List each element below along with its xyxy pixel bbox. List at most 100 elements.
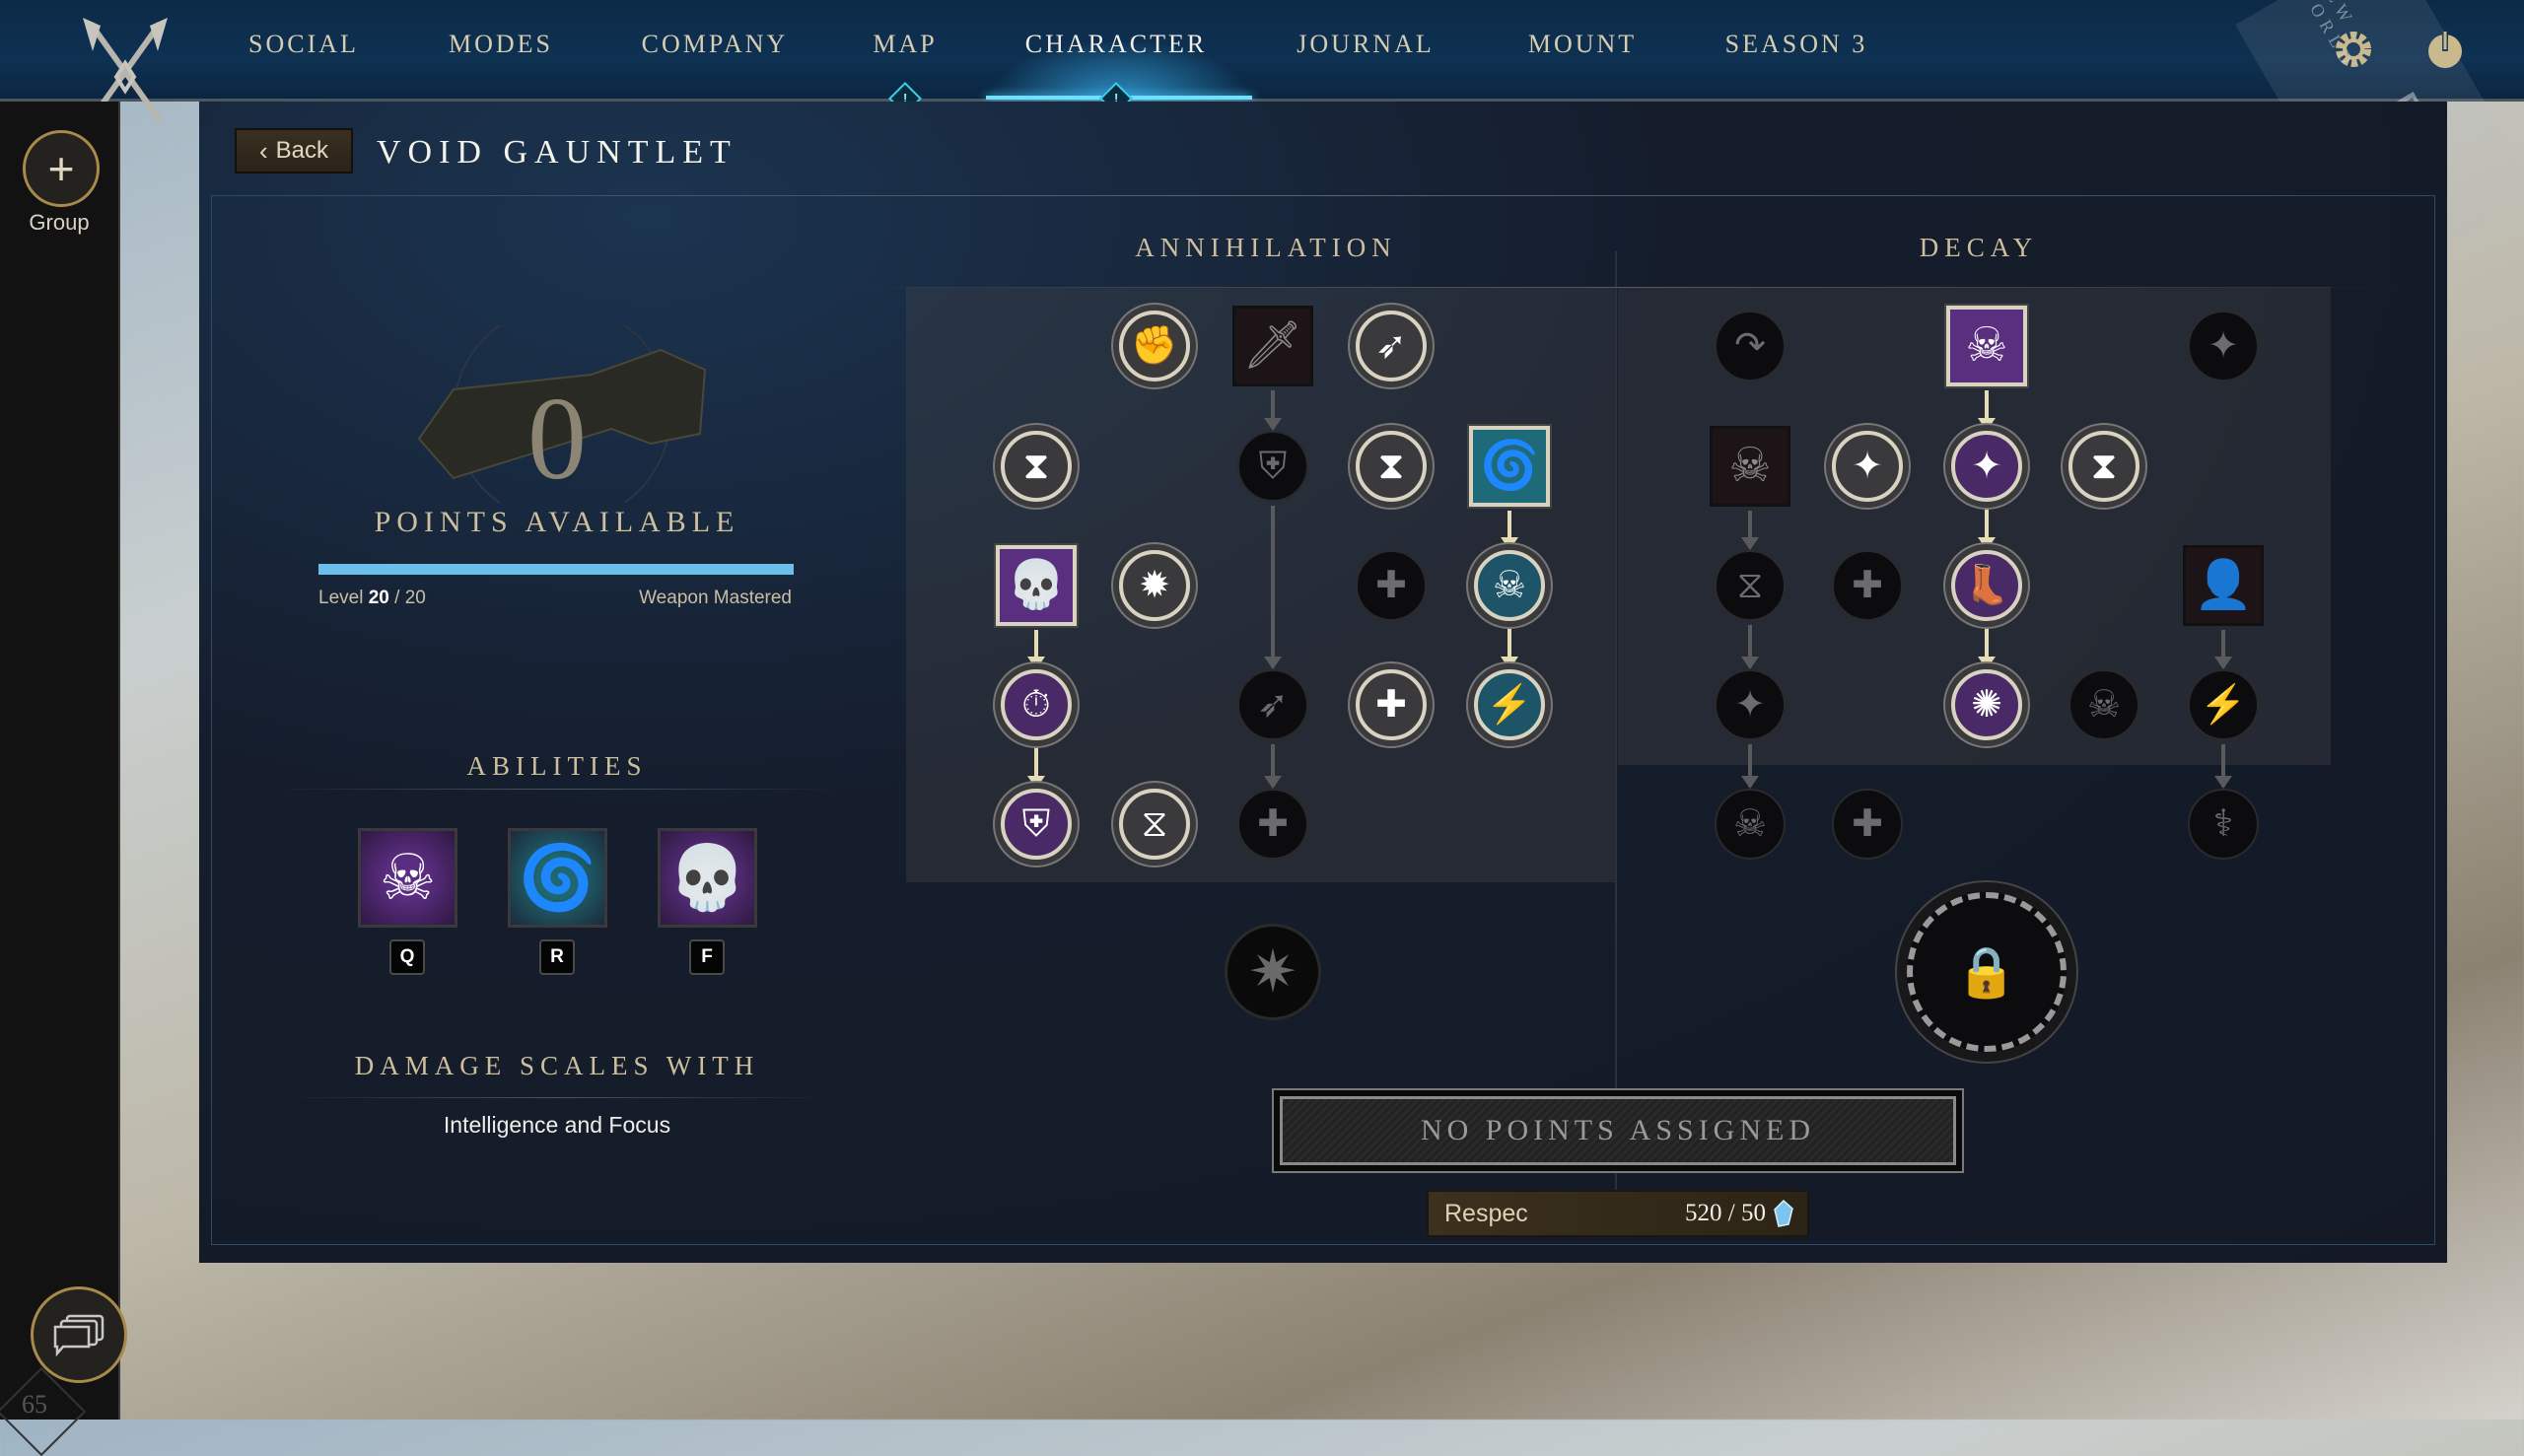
points-available-label: POINTS AVAILABLE bbox=[374, 506, 740, 538]
keybind-badge: R bbox=[539, 939, 575, 975]
screaming-skull-icon: 💀 bbox=[1007, 559, 1066, 611]
group-label: Group bbox=[29, 210, 90, 235]
skill-node[interactable]: ☠ bbox=[2068, 669, 2139, 740]
skill-node[interactable]: ⚡ bbox=[2188, 669, 2259, 740]
skill-node[interactable]: 👢 bbox=[1951, 550, 2022, 621]
skill-link-arrow bbox=[1271, 390, 1275, 429]
skill-node[interactable]: ⧖ bbox=[1715, 550, 1786, 621]
broken-plus-icon: ✚ bbox=[1852, 803, 1883, 845]
skill-node[interactable]: ✦ bbox=[1832, 431, 1903, 502]
skill-node[interactable]: ⧗ bbox=[1001, 431, 1072, 502]
skill-node[interactable]: ⧖ bbox=[1119, 789, 1190, 860]
skill-node[interactable]: ⏱ bbox=[1001, 669, 1072, 740]
tab-mount[interactable]: MOUNT bbox=[1528, 30, 1637, 59]
skill-node[interactable]: ☠ bbox=[1474, 550, 1545, 621]
skill-node[interactable]: ✦ bbox=[1715, 669, 1786, 740]
assign-points-button[interactable]: NO POINTS ASSIGNED bbox=[1272, 1088, 1964, 1173]
skill-node[interactable]: ✺ bbox=[1951, 669, 2022, 740]
group-button[interactable]: + bbox=[23, 130, 100, 207]
radiant-plus-icon: ✚ bbox=[1257, 803, 1289, 845]
skill-link-arrow bbox=[1507, 511, 1511, 548]
screaming-skull-icon: 💀 bbox=[667, 842, 747, 913]
stopwatch-icon: ⏱ bbox=[1021, 684, 1051, 726]
skill-node[interactable]: ⚕ bbox=[2188, 789, 2259, 860]
armor-icon: ⛨ bbox=[1258, 446, 1288, 487]
skill-link-arrow bbox=[1985, 625, 1989, 667]
skill-node[interactable]: ➶ bbox=[1237, 669, 1308, 740]
hourglass-down-icon: ⧗ bbox=[2090, 446, 2118, 487]
fist-icon: ✊ bbox=[1131, 325, 1178, 367]
skill-link-arrow bbox=[1748, 625, 1752, 667]
damage-divider bbox=[276, 1097, 838, 1098]
ability-slot-r[interactable]: 🌀 bbox=[508, 828, 607, 928]
skull-vortex-icon: ☠ bbox=[379, 842, 437, 913]
skill-node[interactable]: ⧗ bbox=[1356, 431, 1427, 502]
flame-hourglass-icon: ⧗ bbox=[1377, 446, 1405, 487]
mastery-status: Weapon Mastered bbox=[639, 588, 792, 608]
skill-node[interactable]: ⚡ bbox=[1474, 669, 1545, 740]
tab-social[interactable]: SOCIAL bbox=[248, 30, 359, 59]
plus-icon: ✚ bbox=[1375, 565, 1407, 606]
rising-flame-icon: ➶ bbox=[1375, 325, 1407, 367]
left-sidebar bbox=[0, 102, 120, 1420]
chat-button[interactable] bbox=[31, 1286, 127, 1383]
ultimate-skill-node[interactable]: ✷ bbox=[1225, 924, 1321, 1020]
tab-modes[interactable]: MODES bbox=[449, 30, 553, 59]
player-level-badge: 65 bbox=[22, 1390, 47, 1419]
tab-company[interactable]: COMPANY bbox=[642, 30, 789, 59]
skull-vortex-icon: ☠ bbox=[1965, 319, 2008, 372]
respec-button[interactable]: Respec 520 / 50 bbox=[1427, 1190, 1809, 1237]
skill-node[interactable]: ✚ bbox=[1356, 550, 1427, 621]
skill-node[interactable]: ✚ bbox=[1356, 669, 1427, 740]
skill-link-arrow bbox=[2221, 630, 2225, 667]
tab-journal[interactable]: JOURNAL bbox=[1297, 30, 1434, 59]
skill-link-arrow bbox=[2221, 744, 2225, 787]
skill-node[interactable]: ↷ bbox=[1715, 311, 1786, 381]
ability-slot-f[interactable]: 💀 bbox=[658, 828, 757, 928]
skill-link-arrow bbox=[1034, 630, 1038, 667]
abilities-divider bbox=[276, 789, 838, 790]
skill-node[interactable]: ✹ bbox=[1119, 550, 1190, 621]
skill-node[interactable]: ✦ bbox=[1951, 431, 2022, 502]
skill-node[interactable]: 💀 bbox=[994, 543, 1079, 628]
level-readout: Level 20 / 20 bbox=[318, 588, 426, 609]
top-nav-bar: SOCIAL MODES COMPANY MAP! CHARACTER! JOURNAL M… bbox=[0, 0, 2524, 122]
sparkle-minus-icon: ✦ bbox=[1852, 446, 1883, 487]
skill-node[interactable]: ☠ bbox=[1710, 426, 1790, 507]
skill-node[interactable]: 👤 bbox=[2183, 545, 2264, 626]
points-available-count: 0 bbox=[527, 373, 587, 504]
skill-node[interactable]: ⛨ bbox=[1237, 431, 1308, 502]
skill-link-arrow bbox=[1985, 390, 1989, 429]
tab-character[interactable]: CHARACTER bbox=[1025, 30, 1207, 59]
ultimate-skill-node[interactable]: 🔒 bbox=[1907, 892, 2067, 1052]
tab-season-3[interactable]: SEASON 3 bbox=[1725, 30, 1868, 59]
level-max: 20 bbox=[404, 588, 426, 608]
skill-node[interactable]: 🗡 bbox=[1232, 306, 1313, 386]
burst-icon: ✺ bbox=[1971, 684, 2002, 726]
title-divider bbox=[227, 195, 2425, 196]
level-current: 20 bbox=[368, 588, 389, 608]
skill-node[interactable]: ✚ bbox=[1832, 550, 1903, 621]
skill-node[interactable]: 🌀 bbox=[1467, 424, 1552, 509]
damage-attributes: Intelligence and Focus bbox=[443, 1112, 671, 1138]
level-separator: / bbox=[388, 588, 405, 608]
curved-arrow-icon: ↷ bbox=[1734, 325, 1766, 367]
skill-node[interactable]: ☠ bbox=[1944, 304, 2029, 388]
skill-node[interactable]: ✊ bbox=[1119, 311, 1190, 381]
skill-node[interactable]: ✦ bbox=[2188, 311, 2259, 381]
skill-node[interactable]: ✚ bbox=[1832, 789, 1903, 860]
azoth-crystal-icon bbox=[1774, 1200, 1793, 1227]
group-plus-icon: ⚕ bbox=[2212, 803, 2234, 845]
skill-node[interactable]: ⧗ bbox=[2068, 431, 2139, 502]
skill-node[interactable]: ✚ bbox=[1237, 789, 1308, 860]
locked-eye-icon: 🔒 bbox=[1955, 943, 2018, 1000]
back-button[interactable]: ‹ Back bbox=[235, 128, 353, 173]
respec-cost: 520 / 50 bbox=[1685, 1200, 1766, 1226]
skill-node[interactable]: ➶ bbox=[1356, 311, 1427, 381]
ability-slot-q[interactable]: ☠ bbox=[358, 828, 457, 928]
skill-link-arrow bbox=[1985, 506, 1989, 548]
skill-node[interactable]: ☠ bbox=[1715, 789, 1786, 860]
plus-icon: + bbox=[47, 143, 75, 194]
skill-node[interactable]: ⛨ bbox=[1001, 789, 1072, 860]
tab-map[interactable]: MAP bbox=[873, 30, 937, 59]
